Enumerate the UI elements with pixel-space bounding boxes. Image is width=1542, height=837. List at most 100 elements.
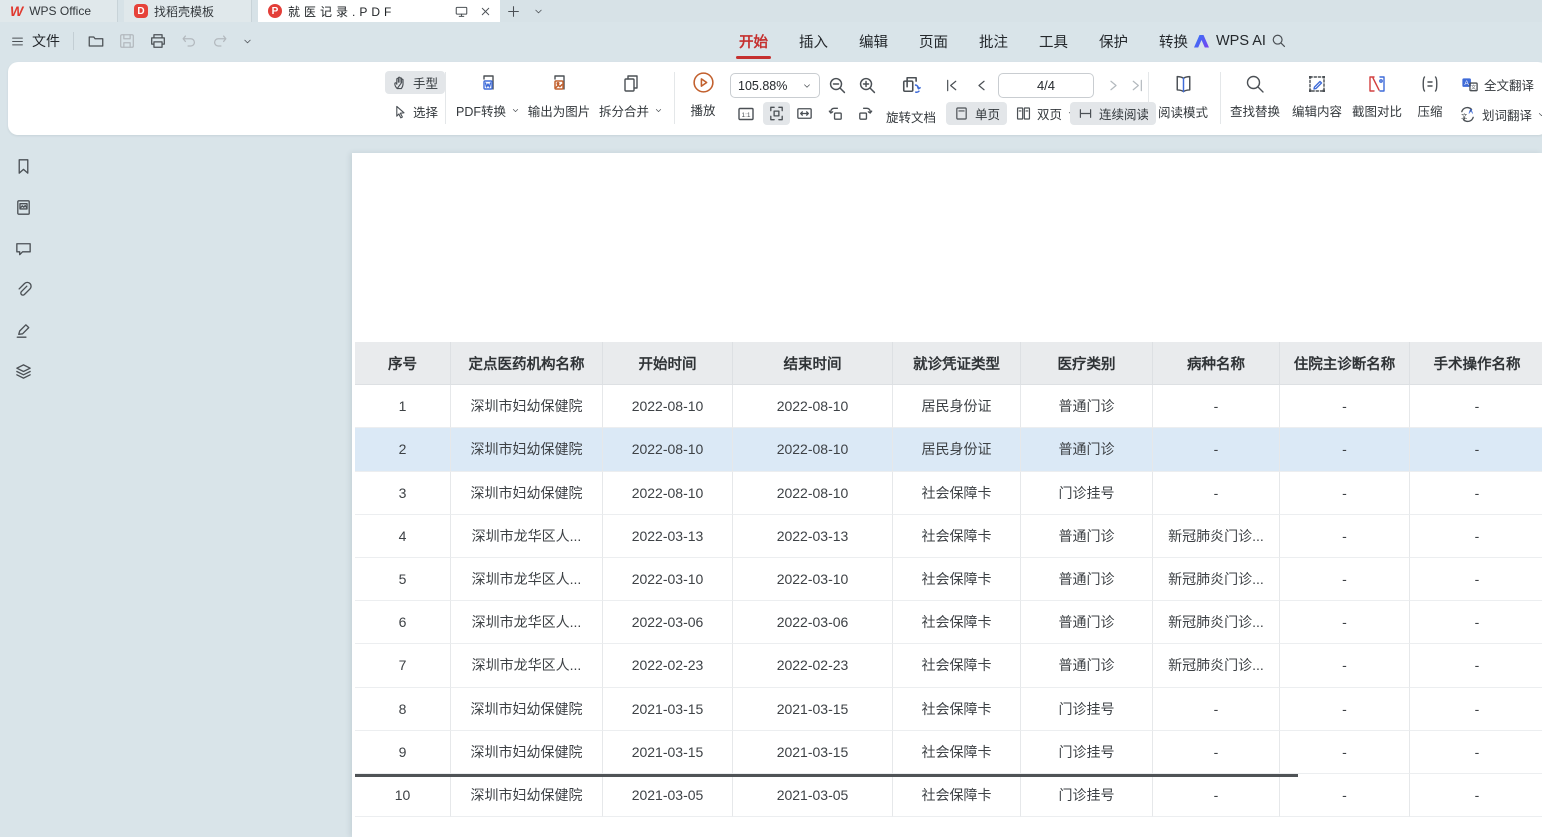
comments-icon[interactable] (14, 239, 33, 258)
layers-icon[interactable] (14, 362, 33, 381)
actual-size-icon[interactable]: 1:1 (736, 104, 756, 124)
compress-button[interactable]: 压缩 (1410, 72, 1450, 120)
play-button[interactable]: 播放 (684, 70, 722, 119)
tab-list-chevron-icon[interactable] (533, 6, 544, 17)
tab-docer-templates[interactable]: D 找稻壳模板 (124, 0, 252, 22)
zoom-in-icon[interactable] (857, 75, 878, 96)
save-icon[interactable] (118, 32, 136, 50)
edit-content-button[interactable]: 编辑内容 (1288, 72, 1346, 120)
menu-tab-工具[interactable]: 工具 (1038, 23, 1069, 60)
attachment-icon[interactable] (14, 280, 33, 299)
table-cell: 新冠肺炎门诊... (1153, 601, 1280, 644)
table-cell: 普通门诊 (1021, 558, 1153, 601)
first-page-icon[interactable] (943, 77, 960, 94)
menu-tab-批注[interactable]: 批注 (978, 23, 1009, 60)
table-cell: - (1280, 731, 1410, 774)
tab-document[interactable]: P 就医记录.PDF (258, 0, 500, 22)
menu-search-icon[interactable] (1270, 32, 1287, 49)
export-image-button[interactable]: 输出为图片 (526, 72, 592, 120)
pdf-page: 序号定点医药机构名称开始时间结束时间就诊凭证类型医疗类别病种名称住院主诊断名称手… (352, 153, 1542, 837)
table-cell: 2022-08-10 (603, 385, 733, 428)
double-page-label: 双页 (1037, 104, 1062, 123)
undo-icon[interactable] (180, 32, 198, 50)
table-cell: 社会保障卡 (893, 688, 1021, 731)
rotate-doc-label[interactable]: 旋转文档 (886, 107, 936, 126)
read-mode-button[interactable]: 阅读模式 (1152, 72, 1214, 121)
menu-tab-开始[interactable]: 开始 (738, 23, 769, 60)
last-page-icon[interactable] (1129, 77, 1146, 94)
tab-wps-office[interactable]: W WPS Office (0, 0, 118, 22)
table-cell: 门诊挂号 (1021, 472, 1153, 515)
continuous-read-icon (1077, 105, 1094, 122)
book-icon (1171, 72, 1196, 97)
find-replace-label: 查找替换 (1230, 101, 1280, 120)
quickbar-more-chevron-icon[interactable] (242, 36, 253, 47)
table-cell: 新冠肺炎门诊... (1153, 515, 1280, 558)
rotate-left-icon[interactable] (826, 104, 845, 123)
select-tool-button[interactable]: 选择 (385, 100, 445, 123)
divider (73, 32, 74, 50)
new-tab-icon[interactable] (506, 4, 521, 19)
fit-page-button[interactable] (763, 102, 790, 125)
signature-icon[interactable] (14, 321, 33, 340)
bookmark-icon[interactable] (14, 157, 33, 176)
continuous-read-label: 连续阅读 (1099, 104, 1149, 123)
find-replace-button[interactable]: 查找替换 (1226, 72, 1284, 120)
full-translate-button[interactable]: A文 全文翻译 (1456, 73, 1538, 96)
table-cell: 8 (355, 688, 451, 731)
page-number-input[interactable]: 4/4 (998, 73, 1094, 98)
edit-content-label: 编辑内容 (1292, 101, 1342, 120)
pdf-convert-label: PDF转换 (456, 101, 506, 120)
word-translate-button[interactable]: 文A 划词翻译 (1454, 103, 1542, 126)
single-page-button[interactable]: 单页 (946, 102, 1007, 125)
table-cell: 社会保障卡 (893, 644, 1021, 687)
table-cell: 2022-03-13 (603, 515, 733, 558)
pdf-convert-button[interactable]: PDF转换 (456, 72, 520, 120)
table-cell: 社会保障卡 (893, 774, 1021, 817)
redo-icon[interactable] (211, 32, 229, 50)
thumbnails-icon[interactable] (14, 198, 33, 217)
table-cell: 普通门诊 (1021, 428, 1153, 471)
table-cell: 社会保障卡 (893, 558, 1021, 601)
full-translate-icon: A文 (1460, 75, 1479, 94)
fit-width-icon[interactable] (795, 104, 814, 123)
share-to-device-icon[interactable] (454, 4, 469, 19)
screenshot-compare-button[interactable]: 截图对比 (1348, 72, 1406, 120)
open-file-icon[interactable] (87, 32, 105, 50)
rotate-right-icon[interactable] (856, 104, 875, 123)
prev-page-icon[interactable] (973, 77, 990, 94)
rotate-pages-icon[interactable] (897, 71, 924, 98)
menu-tab-页面[interactable]: 页面 (918, 23, 949, 60)
table-cell: - (1153, 428, 1280, 471)
table-cell: 6 (355, 601, 451, 644)
menu-tab-插入[interactable]: 插入 (798, 23, 829, 60)
table-cell: - (1410, 601, 1542, 644)
split-merge-button[interactable]: 拆分合并 (598, 72, 664, 120)
table-cell: - (1410, 731, 1542, 774)
close-tab-icon[interactable] (479, 5, 492, 18)
table-cell: 2021-03-15 (603, 688, 733, 731)
menu-tab-转换[interactable]: 转换 (1158, 23, 1189, 60)
menu-tab-编辑[interactable]: 编辑 (858, 23, 889, 60)
continuous-read-button[interactable]: 连续阅读 (1070, 102, 1156, 125)
hand-tool-button[interactable]: 手型 (385, 71, 445, 94)
table-cell: 2021-03-15 (733, 731, 893, 774)
menu-tab-保护[interactable]: 保护 (1098, 23, 1129, 60)
table-cell: 门诊挂号 (1021, 688, 1153, 731)
header-cell: 手术操作名称 (1410, 342, 1542, 385)
next-page-icon[interactable] (1105, 77, 1122, 94)
file-menu-button[interactable]: 文件 (10, 31, 60, 51)
table-cell: 门诊挂号 (1021, 774, 1153, 817)
wps-ai-button[interactable]: WPS AI (1194, 22, 1266, 60)
table-cell: 10 (355, 774, 451, 817)
table-cell: - (1410, 428, 1542, 471)
svg-text:文: 文 (1461, 112, 1467, 120)
zoom-level-select[interactable]: 105.88% (730, 73, 820, 98)
print-icon[interactable] (149, 32, 167, 50)
table-cell: 深圳市妇幼保健院 (451, 472, 603, 515)
table-cell: - (1280, 774, 1410, 817)
table-cell: 深圳市龙华区人... (451, 558, 603, 601)
table-cell: 2022-03-06 (733, 601, 893, 644)
zoom-out-icon[interactable] (827, 75, 848, 96)
screenshot-compare-label: 截图对比 (1352, 101, 1402, 120)
